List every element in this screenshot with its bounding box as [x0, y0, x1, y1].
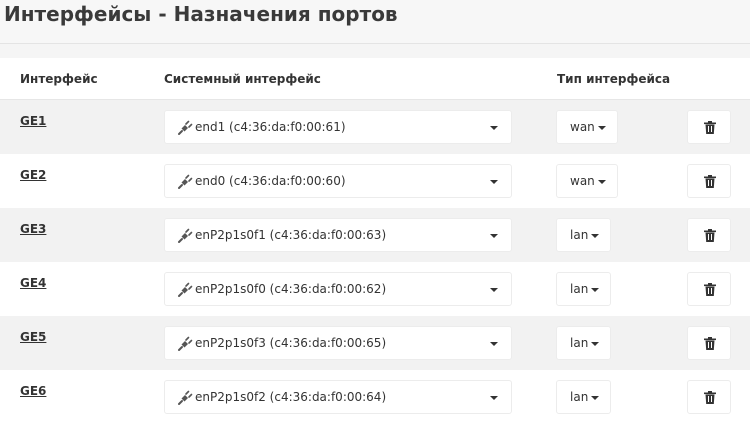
table-header: Интерфейс Системный интерфейс Тип интерф… — [0, 58, 750, 100]
caret-down-icon — [490, 396, 498, 400]
system-interface-value: enP2p1s0f2 (c4:36:da:f0:00:64) — [195, 390, 387, 404]
caret-down-icon — [591, 288, 599, 292]
page-header: Интерфейсы - Назначения портов — [0, 0, 750, 44]
system-interface-value: enP2p1s0f1 (c4:36:da:f0:00:63) — [195, 228, 387, 242]
table-row: GE5 enP2p1s0f3 (c4:36:da:f0:00:65) lan — [0, 316, 750, 370]
caret-down-icon — [591, 396, 599, 400]
caret-down-icon — [598, 180, 606, 184]
port-link-ge1[interactable]: GE1 — [20, 114, 46, 128]
page-title: Интерфейсы - Назначения портов — [4, 2, 398, 26]
system-interface-select[interactable]: end1 (c4:36:da:f0:00:61) — [164, 110, 512, 144]
column-header-interface-type: Тип интерфейса — [557, 72, 671, 86]
system-interface-select[interactable]: enP2p1s0f3 (c4:36:da:f0:00:65) — [164, 326, 512, 360]
caret-down-icon — [598, 126, 606, 130]
interface-type-value: wan — [570, 120, 595, 134]
plug-icon — [178, 120, 193, 135]
system-interface-value: enP2p1s0f0 (c4:36:da:f0:00:62) — [195, 282, 387, 296]
interface-type-value: lan — [570, 228, 589, 242]
interface-type-value: lan — [570, 390, 589, 404]
delete-button[interactable] — [687, 326, 731, 360]
trash-icon — [704, 283, 716, 296]
interface-type-dropdown[interactable]: wan — [556, 110, 618, 144]
trash-icon — [704, 337, 716, 350]
table-row: GE3 enP2p1s0f1 (c4:36:da:f0:00:63) lan — [0, 208, 750, 262]
interface-type-value: lan — [570, 282, 589, 296]
interface-type-dropdown[interactable]: lan — [556, 218, 611, 252]
caret-down-icon — [591, 342, 599, 346]
trash-icon — [704, 229, 716, 242]
system-interface-value: end0 (c4:36:da:f0:00:60) — [195, 174, 346, 188]
delete-button[interactable] — [687, 110, 731, 144]
plug-icon — [178, 174, 193, 189]
port-link-ge5[interactable]: GE5 — [20, 330, 46, 344]
plug-icon — [178, 282, 193, 297]
port-link-ge3[interactable]: GE3 — [20, 222, 46, 236]
delete-button[interactable] — [687, 272, 731, 306]
delete-button[interactable] — [687, 164, 731, 198]
system-interface-select[interactable]: enP2p1s0f2 (c4:36:da:f0:00:64) — [164, 380, 512, 414]
table-row: GE1 end1 (c4:36:da:f0:00:61) wan — [0, 100, 750, 154]
trash-icon — [704, 391, 716, 404]
port-link-ge6[interactable]: GE6 — [20, 384, 46, 398]
column-header-system-interface: Системный интерфейс — [164, 72, 321, 86]
caret-down-icon — [490, 288, 498, 292]
port-assignments-table: Интерфейс Системный интерфейс Тип интерф… — [0, 58, 750, 428]
trash-icon — [704, 175, 716, 188]
plug-icon — [178, 390, 193, 405]
system-interface-value: end1 (c4:36:da:f0:00:61) — [195, 120, 346, 134]
caret-down-icon — [490, 342, 498, 346]
system-interface-select[interactable]: enP2p1s0f0 (c4:36:da:f0:00:62) — [164, 272, 512, 306]
caret-down-icon — [591, 234, 599, 238]
interface-type-value: wan — [570, 174, 595, 188]
caret-down-icon — [490, 234, 498, 238]
plug-icon — [178, 228, 193, 243]
interface-type-dropdown[interactable]: lan — [556, 380, 611, 414]
plug-icon — [178, 336, 193, 351]
trash-icon — [704, 121, 716, 134]
interface-type-value: lan — [570, 336, 589, 350]
column-header-interface: Интерфейс — [20, 72, 98, 86]
port-link-ge2[interactable]: GE2 — [20, 168, 46, 182]
caret-down-icon — [490, 126, 498, 130]
system-interface-value: enP2p1s0f3 (c4:36:da:f0:00:65) — [195, 336, 387, 350]
delete-button[interactable] — [687, 380, 731, 414]
table-row: GE6 enP2p1s0f2 (c4:36:da:f0:00:64) lan — [0, 370, 750, 424]
system-interface-select[interactable]: enP2p1s0f1 (c4:36:da:f0:00:63) — [164, 218, 512, 252]
interface-type-dropdown[interactable]: wan — [556, 164, 618, 198]
table-row: GE2 end0 (c4:36:da:f0:00:60) wan — [0, 154, 750, 208]
caret-down-icon — [490, 180, 498, 184]
interface-type-dropdown[interactable]: lan — [556, 272, 611, 306]
delete-button[interactable] — [687, 218, 731, 252]
table-row: GE4 enP2p1s0f0 (c4:36:da:f0:00:62) lan — [0, 262, 750, 316]
port-link-ge4[interactable]: GE4 — [20, 276, 46, 290]
system-interface-select[interactable]: end0 (c4:36:da:f0:00:60) — [164, 164, 512, 198]
interface-type-dropdown[interactable]: lan — [556, 326, 611, 360]
